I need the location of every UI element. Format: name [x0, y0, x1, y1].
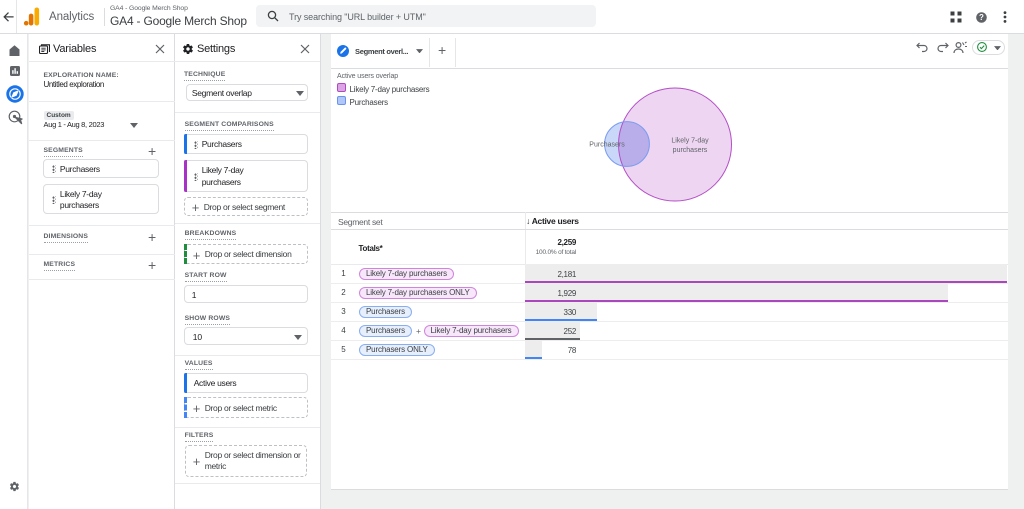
- svg-text:Likely 7-day: Likely 7-day: [671, 138, 709, 145]
- svg-text:purchasers: purchasers: [673, 147, 708, 154]
- svg-text:?: ?: [979, 13, 984, 22]
- svg-text:Purchasers: Purchasers: [589, 142, 625, 149]
